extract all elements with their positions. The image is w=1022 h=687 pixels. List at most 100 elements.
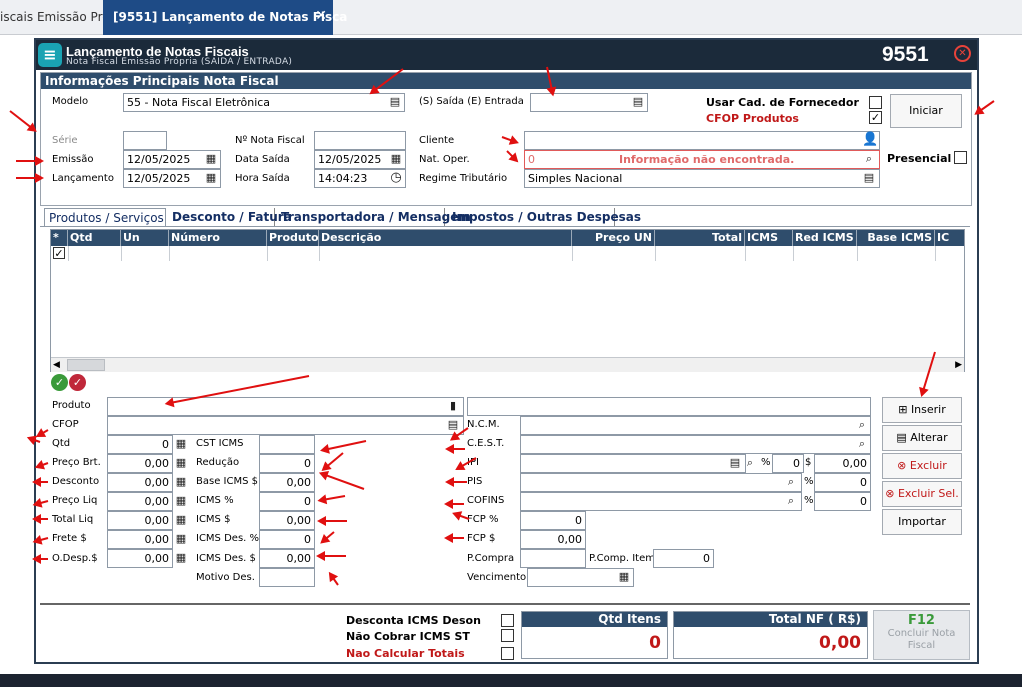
list-lookup-icon[interactable]: ▤	[631, 95, 645, 109]
ipi-pct-field[interactable]: 0	[772, 454, 804, 473]
pcompra-field[interactable]	[520, 549, 586, 568]
icms-pct-field[interactable]: 0	[259, 492, 315, 511]
presencial-checkbox[interactable]	[954, 151, 967, 164]
preco-liq-field[interactable]: 0,00	[107, 492, 173, 511]
usar-cad-fornecedor-checkbox[interactable]	[869, 96, 882, 109]
grid-col-icms-extra[interactable]: IC	[935, 230, 964, 246]
alterar-button[interactable]: ▤ Alterar	[882, 425, 962, 451]
clock-icon[interactable]: ◷	[389, 171, 403, 185]
cfop-field[interactable]	[107, 416, 464, 435]
tab-transportadora-mensagem[interactable]: Transportadora / Mensagem	[277, 208, 471, 227]
cofins-field[interactable]	[520, 492, 802, 511]
grid-col-un[interactable]: Un	[121, 230, 169, 246]
qtd-field[interactable]: 0	[107, 435, 173, 454]
table-row[interactable]: ✓	[51, 246, 964, 261]
search-lookup-icon[interactable]: ⌕	[743, 456, 757, 470]
grid-col-red-icms[interactable]: Red ICMS	[793, 230, 857, 246]
calendar-icon[interactable]: ▦	[617, 570, 631, 584]
produto-descricao-field[interactable]	[467, 397, 871, 416]
base-icms-field[interactable]: 0,00	[259, 473, 315, 492]
calculator-icon[interactable]: ▦	[174, 494, 188, 508]
grid-horizontal-scrollbar[interactable]: ◀ ▶	[51, 357, 964, 372]
grid-col-produto[interactable]: Produto	[267, 230, 319, 246]
close-window-icon[interactable]: ✕	[954, 45, 971, 62]
search-lookup-icon[interactable]: ⌕	[855, 418, 869, 432]
search-lookup-icon[interactable]: ⌕	[862, 152, 876, 166]
scroll-right-icon[interactable]: ▶	[955, 360, 962, 370]
items-grid[interactable]: * Qtd Un Número Produto Descrição Preço …	[50, 229, 965, 372]
row-select-checkbox[interactable]: ✓	[53, 247, 65, 259]
cofins-pct-field[interactable]: 0	[814, 492, 871, 511]
tab-lancamento-notas[interactable]: [9551] Lançamento de Notas Fisca ✕	[103, 0, 347, 35]
motivo-des-field[interactable]	[259, 568, 315, 587]
icms-des-val-field[interactable]: 0,00	[259, 549, 315, 568]
calendar-icon[interactable]: ▦	[204, 171, 218, 185]
confirm-red-icon[interactable]: ✓	[69, 374, 86, 391]
pis-pct-field[interactable]: 0	[814, 473, 871, 492]
total-liq-field[interactable]: 0,00	[107, 511, 173, 530]
list-lookup-icon[interactable]: ▤	[446, 418, 460, 432]
inserir-button[interactable]: ⊞ Inserir	[882, 397, 962, 423]
calculator-icon[interactable]: ▦	[174, 532, 188, 546]
confirm-icon[interactable]: ✓	[51, 374, 68, 391]
fcp-val-field[interactable]: 0,00	[520, 530, 586, 549]
cfop-produtos-checkbox[interactable]: ✓	[869, 111, 882, 124]
tab-produtos-servicos[interactable]: Produtos / Serviços	[44, 208, 166, 227]
ncm-field[interactable]	[520, 416, 871, 435]
calculator-icon[interactable]: ▦	[174, 513, 188, 527]
nao-cobrar-st-checkbox[interactable]	[501, 629, 514, 642]
cst-icms-field[interactable]	[259, 435, 315, 454]
iniciar-button[interactable]: Iniciar	[890, 94, 962, 128]
tab-desconto-fatura[interactable]: Desconto / Fatura	[168, 208, 292, 227]
search-lookup-icon[interactable]: ⌕	[784, 475, 798, 489]
grid-col-preco-un[interactable]: Preço UN	[572, 230, 655, 246]
excluir-sel-button[interactable]: ⊗ Excluir Sel.	[882, 481, 962, 507]
list-lookup-icon[interactable]: ▤	[388, 95, 402, 109]
cest-field[interactable]	[520, 435, 871, 454]
calculator-icon[interactable]: ▦	[174, 475, 188, 489]
tab-impostos-outras-despesas[interactable]: Impostos / Outras Despesas	[448, 208, 641, 227]
list-lookup-icon[interactable]: ▤	[728, 456, 742, 470]
importar-button[interactable]: Importar	[882, 509, 962, 535]
scroll-left-icon[interactable]: ◀	[53, 360, 60, 370]
excluir-button[interactable]: ⊗ Excluir	[882, 453, 962, 479]
desconto-field[interactable]: 0,00	[107, 473, 173, 492]
calendar-icon[interactable]: ▦	[204, 152, 218, 166]
search-lookup-icon[interactable]: ⌕	[784, 494, 798, 508]
calculator-icon[interactable]: ▦	[174, 437, 188, 451]
grid-col-icms[interactable]: ICMS	[745, 230, 793, 246]
cliente-field[interactable]	[524, 131, 880, 150]
reducao-field[interactable]: 0	[259, 454, 315, 473]
odesp-field[interactable]: 0,00	[107, 549, 173, 568]
grid-col-qtd[interactable]: Qtd	[68, 230, 121, 246]
grid-col-total[interactable]: Total	[655, 230, 745, 246]
ipi-val-field[interactable]: 0,00	[814, 454, 871, 473]
grid-col-base-icms[interactable]: Base ICMS	[857, 230, 935, 246]
nf-number-field[interactable]	[314, 131, 406, 150]
grid-col-numero[interactable]: Número	[169, 230, 267, 246]
search-lookup-icon[interactable]: ⌕	[855, 437, 869, 451]
close-tab-icon[interactable]: ✕	[315, 8, 327, 24]
icms-des-pct-field[interactable]: 0	[259, 530, 315, 549]
scrollbar-thumb[interactable]	[67, 359, 105, 371]
regime-field[interactable]: Simples Nacional	[524, 169, 880, 188]
barcode-scanner-icon[interactable]: ▮	[446, 399, 460, 413]
list-lookup-icon[interactable]: ▤	[862, 171, 876, 185]
calculator-icon[interactable]: ▦	[174, 456, 188, 470]
pis-field[interactable]	[520, 473, 802, 492]
grid-col-descricao[interactable]: Descrição	[319, 230, 572, 246]
icms-val-field[interactable]: 0,00	[259, 511, 315, 530]
person-icon[interactable]: 👤	[862, 133, 878, 147]
desconta-icms-checkbox[interactable]	[501, 614, 514, 627]
fcp-pct-field[interactable]: 0	[520, 511, 586, 530]
modelo-field[interactable]: 55 - Nota Fiscal Eletrônica	[123, 93, 405, 112]
nao-calcular-checkbox[interactable]	[501, 647, 514, 660]
grid-col-select[interactable]: *	[51, 230, 68, 246]
calculator-icon[interactable]: ▦	[174, 551, 188, 565]
frete-field[interactable]: 0,00	[107, 530, 173, 549]
tab-emissao-propria[interactable]: iscais Emissão Pró	[0, 0, 103, 35]
nat-oper-field[interactable]: 0 Informação não encontrada.	[524, 150, 880, 169]
concluir-button[interactable]: F12 Concluir Nota Fiscal	[873, 610, 970, 660]
calendar-icon[interactable]: ▦	[389, 152, 403, 166]
preco-brt-field[interactable]: 0,00	[107, 454, 173, 473]
